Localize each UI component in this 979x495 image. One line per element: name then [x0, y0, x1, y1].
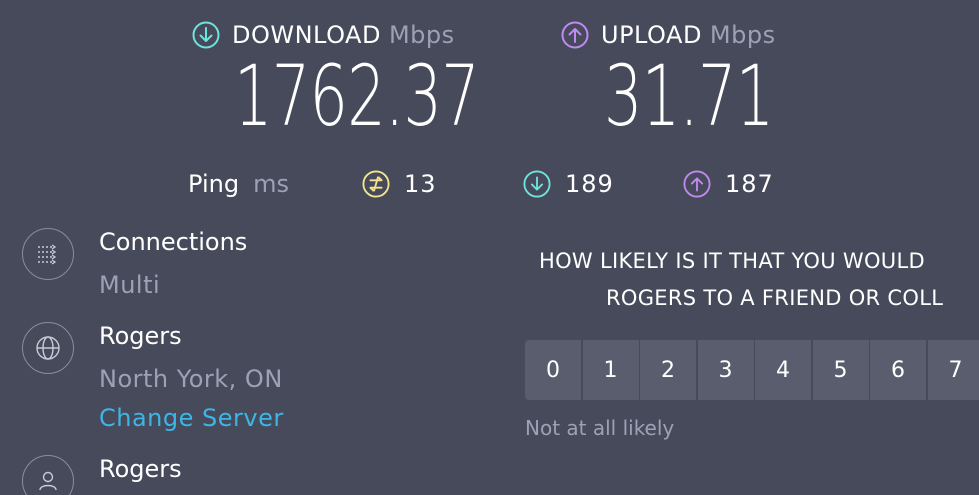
- upload-latency-icon: [683, 170, 711, 198]
- ping-upload-value: 187: [725, 170, 774, 198]
- globe-icon: [22, 322, 74, 374]
- download-arrow-icon: [192, 21, 220, 49]
- server-title: Rogers: [99, 322, 182, 350]
- server-location: North York, ON: [99, 365, 283, 393]
- ping-upload: 187: [683, 166, 774, 202]
- scale-option-5[interactable]: 5: [812, 340, 869, 400]
- ping-download: 189: [523, 166, 614, 202]
- upload-label: UPLOAD: [601, 21, 702, 49]
- upload-arrow-icon: [561, 21, 589, 49]
- download-unit: Mbps: [388, 21, 455, 49]
- scale-option-3[interactable]: 3: [697, 340, 754, 400]
- ping-label-group: Ping ms: [188, 166, 289, 202]
- scale-option-1[interactable]: 1: [582, 340, 639, 400]
- scale-low-hint: Not at all likely: [525, 416, 675, 440]
- survey-question-line1: HOW LIKELY IS IT THAT YOU WOULD: [539, 249, 925, 273]
- upload-speed-value: 31.71: [604, 47, 774, 145]
- ping-idle-value: 13: [404, 170, 437, 198]
- ping-label: Ping: [188, 170, 240, 198]
- connections-icon: [22, 228, 74, 280]
- provider-title: Rogers: [99, 455, 182, 483]
- scale-option-0[interactable]: 0: [525, 340, 581, 400]
- idle-latency-icon: [362, 170, 390, 198]
- connections-title: Connections: [99, 228, 248, 256]
- scale-option-6[interactable]: 6: [870, 340, 926, 400]
- download-label: DOWNLOAD: [232, 21, 381, 49]
- scale-option-7[interactable]: 7: [927, 340, 979, 400]
- scale-option-4[interactable]: 4: [755, 340, 811, 400]
- ping-idle: 13: [362, 166, 437, 202]
- user-icon: [22, 455, 74, 495]
- ping-unit: ms: [253, 170, 289, 198]
- likelihood-scale: 0 1 2 3 4 5 6 7: [525, 340, 979, 400]
- speedtest-results: DOWNLOAD Mbps 1762.37 UPLOAD Mbps 31.71 …: [0, 0, 979, 495]
- change-server-link[interactable]: Change Server: [99, 404, 284, 432]
- upload-unit: Mbps: [709, 21, 776, 49]
- download-speed-value: 1762.37: [234, 47, 480, 145]
- download-latency-icon: [523, 170, 551, 198]
- survey-question-line2: ROGERS TO A FRIEND OR COLL: [606, 286, 944, 310]
- connections-value: Multi: [99, 271, 161, 299]
- ping-download-value: 189: [565, 170, 614, 198]
- scale-option-2[interactable]: 2: [640, 340, 696, 400]
